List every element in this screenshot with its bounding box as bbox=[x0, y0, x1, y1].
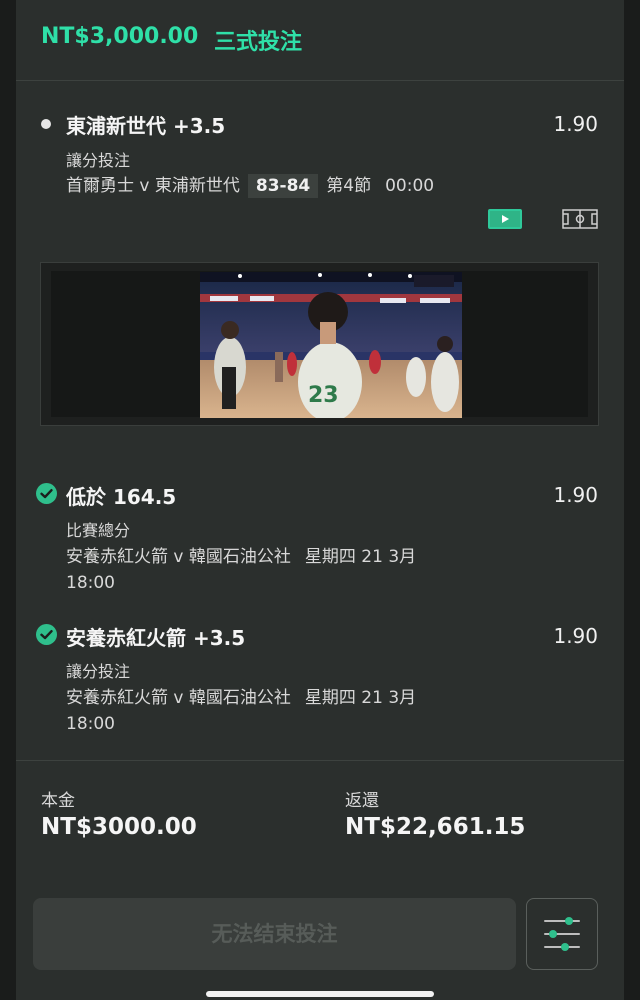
match-time: 18:00 bbox=[66, 714, 115, 734]
selection-odds: 1.90 bbox=[553, 483, 598, 507]
cashout-settings-button[interactable] bbox=[526, 898, 598, 970]
svg-text:23: 23 bbox=[308, 383, 339, 408]
return-value: NT$22,661.15 bbox=[345, 814, 526, 840]
match-teams: 安養赤紅火箭 v 韓國石油公社 bbox=[66, 688, 291, 708]
return-label: 返還 bbox=[345, 791, 379, 811]
bet-amount: NT$3,000.00 bbox=[41, 24, 199, 49]
match-period: 第4節 bbox=[326, 176, 372, 196]
selection-market: 讓分投注 bbox=[66, 151, 131, 170]
won-check-icon bbox=[36, 483, 57, 504]
selection-match-line: 安養赤紅火箭 v 韓國石油公社 星期四 21 3月 18:00 bbox=[66, 544, 506, 596]
bet-detail-panel: NT$3,000.00 三式投注 東浦新世代 +3.5 1.90 讓分投注 首爾… bbox=[16, 0, 624, 1000]
selection-match-line: 首爾勇士 v 東浦新世代 83-84 第4節 00:00 bbox=[66, 173, 506, 199]
match-teams: 首爾勇士 v 東浦新世代 bbox=[66, 176, 240, 196]
bet-header: NT$3,000.00 三式投注 bbox=[16, 0, 624, 81]
stake-value: NT$3000.00 bbox=[41, 814, 197, 840]
selection-market: 比賽總分 bbox=[66, 521, 131, 540]
match-date: 星期四 21 3月 bbox=[304, 688, 417, 708]
won-check-icon bbox=[36, 624, 57, 645]
selection-odds: 1.90 bbox=[553, 624, 598, 648]
sliders-icon bbox=[544, 917, 580, 951]
live-video-frame-image: 23 bbox=[200, 272, 462, 418]
selection-title: 低於 164.5 bbox=[66, 485, 177, 509]
cashout-button[interactable]: 无法结束投注 bbox=[33, 898, 516, 970]
right-edge bbox=[624, 0, 640, 1000]
summary-divider bbox=[16, 760, 624, 761]
selection-market: 讓分投注 bbox=[66, 662, 131, 681]
selection-title: 安養赤紅火箭 +3.5 bbox=[66, 626, 246, 650]
match-time: 18:00 bbox=[66, 573, 115, 593]
match-date: 星期四 21 3月 bbox=[304, 547, 417, 567]
stake-label: 本金 bbox=[41, 791, 75, 811]
open-status-dot-icon bbox=[41, 119, 51, 129]
selection-match-line: 安養赤紅火箭 v 韓國石油公社 星期四 21 3月 18:00 bbox=[66, 685, 506, 737]
bet-type: 三式投注 bbox=[214, 30, 303, 55]
left-edge bbox=[0, 0, 16, 1000]
selection-title: 東浦新世代 +3.5 bbox=[66, 114, 226, 138]
live-stream-icon[interactable] bbox=[488, 209, 522, 229]
home-indicator bbox=[206, 991, 434, 997]
match-teams: 安養赤紅火箭 v 韓國石油公社 bbox=[66, 547, 291, 567]
match-clock: 00:00 bbox=[385, 176, 435, 196]
selection-odds: 1.90 bbox=[553, 112, 598, 136]
live-video-player[interactable]: 23 bbox=[40, 262, 599, 426]
court-icon[interactable] bbox=[562, 209, 598, 229]
video-letterbox: 23 bbox=[51, 271, 588, 418]
live-score: 83-84 bbox=[247, 174, 319, 198]
